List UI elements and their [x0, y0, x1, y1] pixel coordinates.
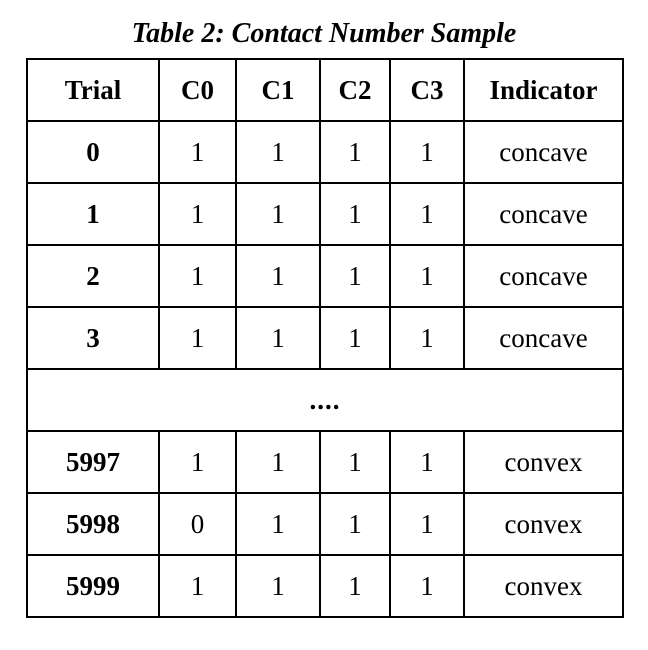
cell-c1: 1 [235, 492, 321, 556]
header-row: Trial C0 C1 C2 C3 Indicator [26, 58, 624, 122]
cell-c3: 1 [389, 244, 465, 308]
cell-c0: 1 [158, 306, 237, 370]
cell-c2: 1 [319, 306, 391, 370]
header-c0: C0 [158, 58, 237, 122]
cell-c3: 1 [389, 182, 465, 246]
contact-number-table: Trial C0 C1 C2 C3 Indicator 0 1 1 1 1 co… [26, 58, 624, 618]
cell-c3: 1 [389, 306, 465, 370]
cell-c1: 1 [235, 120, 321, 184]
header-c3: C3 [389, 58, 465, 122]
cell-c1: 1 [235, 554, 321, 618]
ellipsis-row: .... [26, 368, 624, 432]
cell-indicator: concave [463, 120, 624, 184]
cell-c0: 1 [158, 244, 237, 308]
cell-trial: 5998 [26, 492, 160, 556]
cell-c0: 0 [158, 492, 237, 556]
cell-trial: 5999 [26, 554, 160, 618]
cell-c2: 1 [319, 430, 391, 494]
cell-trial: 5997 [26, 430, 160, 494]
table-row: 5999 1 1 1 1 convex [26, 554, 624, 618]
ellipsis-cell: .... [26, 368, 624, 432]
cell-c2: 1 [319, 492, 391, 556]
table-row: 2 1 1 1 1 concave [26, 244, 624, 308]
cell-c2: 1 [319, 244, 391, 308]
cell-c0: 1 [158, 182, 237, 246]
cell-trial: 3 [26, 306, 160, 370]
cell-indicator: convex [463, 492, 624, 556]
cell-indicator: convex [463, 430, 624, 494]
cell-c2: 1 [319, 554, 391, 618]
table-row: 3 1 1 1 1 concave [26, 306, 624, 370]
cell-c3: 1 [389, 120, 465, 184]
cell-c1: 1 [235, 306, 321, 370]
cell-trial: 0 [26, 120, 160, 184]
header-c2: C2 [319, 58, 391, 122]
cell-c1: 1 [235, 182, 321, 246]
header-trial: Trial [26, 58, 160, 122]
cell-c3: 1 [389, 492, 465, 556]
cell-c2: 1 [319, 182, 391, 246]
cell-indicator: concave [463, 244, 624, 308]
cell-c3: 1 [389, 554, 465, 618]
cell-indicator: convex [463, 554, 624, 618]
table-row: 5998 0 1 1 1 convex [26, 492, 624, 556]
header-indicator: Indicator [463, 58, 624, 122]
cell-trial: 1 [26, 182, 160, 246]
cell-c1: 1 [235, 430, 321, 494]
cell-c0: 1 [158, 120, 237, 184]
header-c1: C1 [235, 58, 321, 122]
cell-c3: 1 [389, 430, 465, 494]
table-row: 0 1 1 1 1 concave [26, 120, 624, 184]
cell-c0: 1 [158, 554, 237, 618]
cell-indicator: concave [463, 182, 624, 246]
cell-indicator: concave [463, 306, 624, 370]
cell-c0: 1 [158, 430, 237, 494]
cell-c1: 1 [235, 244, 321, 308]
table-caption: Table 2: Contact Number Sample [131, 18, 517, 49]
table-row: 5997 1 1 1 1 convex [26, 430, 624, 494]
table-row: 1 1 1 1 1 concave [26, 182, 624, 246]
cell-trial: 2 [26, 244, 160, 308]
cell-c2: 1 [319, 120, 391, 184]
